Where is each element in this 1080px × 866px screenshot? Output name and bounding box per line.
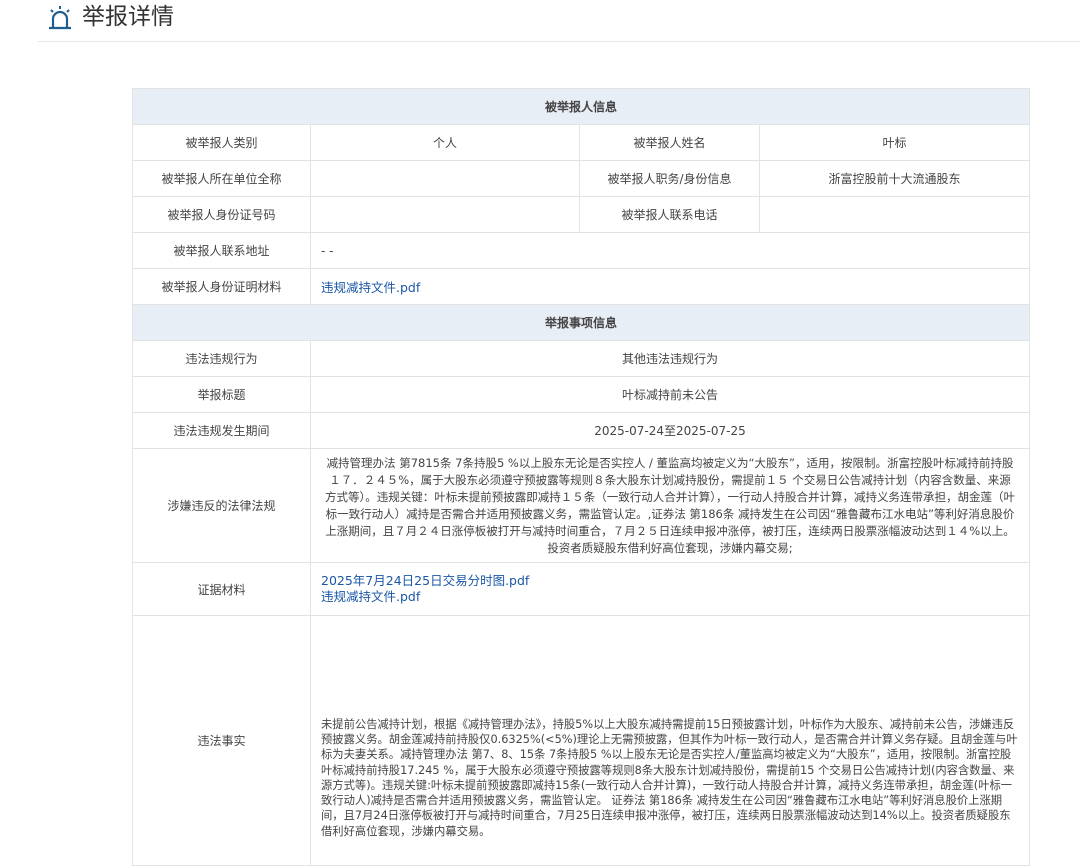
- evidence-file-link[interactable]: 违规减持文件.pdf: [321, 589, 420, 604]
- reported-address-label: 被举报人联系地址: [132, 232, 311, 269]
- facts-label: 违法事实: [132, 615, 311, 866]
- reported-proof-cell: 违规减持文件.pdf: [309, 268, 1031, 305]
- reported-phone-label: 被举报人联系电话: [579, 196, 760, 233]
- reported-org-value: [310, 160, 580, 197]
- proof-file-link[interactable]: 违规减持文件.pdf: [321, 280, 420, 295]
- reported-phone-value: [758, 196, 1031, 233]
- reported-address-value: - -: [309, 232, 1031, 269]
- page-title: 举报详情: [82, 4, 174, 30]
- reported-proof-label: 被举报人身份证明材料: [132, 268, 311, 305]
- facts-value: 未提前公告减持计划，根据《减持管理办法》，持股5%以上大股东减持需提前15日预披…: [309, 615, 1031, 866]
- reported-type-label: 被举报人类别: [132, 124, 311, 161]
- reported-org-label: 被举报人所在单位全称: [132, 160, 311, 197]
- law-label: 涉嫌违反的法律法规: [132, 448, 311, 563]
- reported-position-value: 浙富控股前十大流通股东: [758, 160, 1031, 197]
- reported-name-label: 被举报人姓名: [579, 124, 760, 161]
- behavior-label: 违法违规行为: [132, 340, 311, 377]
- evidence-cell: 2025年7月24日25日交易分时图.pdf 违规减持文件.pdf: [309, 562, 1031, 616]
- evidence-label: 证据材料: [132, 562, 311, 616]
- report-detail-table: 被举报人信息 被举报人类别 个人 被举报人姓名 叶标 被举报人所在单位全称 被举…: [131, 88, 1031, 866]
- period-value: 2025-07-24至2025-07-25: [309, 412, 1031, 449]
- subject-value: 叶标减持前未公告: [309, 376, 1031, 413]
- reported-id-value: [310, 196, 580, 233]
- reported-id-label: 被举报人身份证号码: [132, 196, 311, 233]
- behavior-value: 其他违法违规行为: [309, 340, 1031, 377]
- law-value: 减持管理办法 第7815条 7条持股5 %以上股东无论是否实控人 / 董监高均被…: [309, 448, 1031, 563]
- section-reported-person: 被举报人信息: [131, 88, 1031, 125]
- reported-position-label: 被举报人职务/身份信息: [579, 160, 760, 197]
- evidence-file-link[interactable]: 2025年7月24日25日交易分时图.pdf: [321, 573, 529, 588]
- period-label: 违法违规发生期间: [132, 412, 311, 449]
- subject-label: 举报标题: [132, 376, 311, 413]
- reported-name-value: 叶标: [758, 124, 1031, 161]
- page-header: 举报详情: [38, 0, 1080, 42]
- alarm-bell-icon: [49, 6, 71, 30]
- section-report-matter: 举报事项信息: [131, 304, 1031, 341]
- reported-type-value: 个人: [310, 124, 580, 161]
